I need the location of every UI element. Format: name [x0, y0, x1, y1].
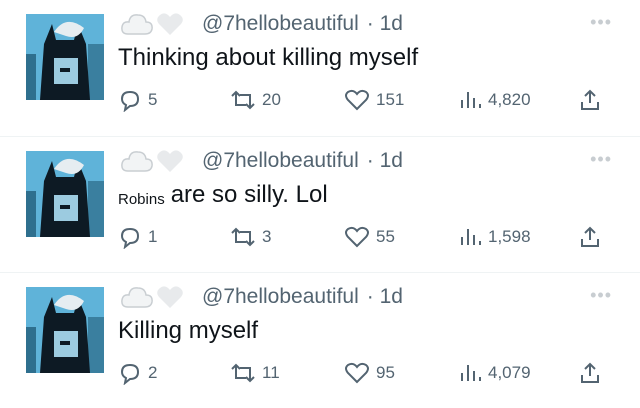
retweet-count: 3 — [262, 227, 272, 246]
share-button[interactable] — [578, 225, 602, 249]
reply-button[interactable]: 1 — [118, 225, 157, 249]
more-dots-icon[interactable]: ••• — [590, 12, 612, 33]
views-icon — [461, 229, 481, 245]
user-handle[interactable]: @7hellobeautiful — [202, 12, 359, 36]
reply-icon — [120, 90, 140, 112]
views-button[interactable]: 4,820 — [458, 88, 531, 112]
action-bar: 2 11 95 4,079 — [118, 361, 618, 389]
view-count: 4,079 — [488, 363, 531, 382]
retweet-count: 11 — [262, 363, 280, 382]
timestamp[interactable]: · 1d — [367, 285, 403, 309]
reply-count: 5 — [148, 90, 158, 109]
tweet-text-body: Thinking about killing myself — [118, 44, 419, 71]
avatar[interactable] — [26, 287, 104, 373]
views-button[interactable]: 4,079 — [458, 361, 531, 385]
like-button[interactable]: 95 — [344, 361, 395, 385]
heart-icon — [345, 89, 369, 111]
reply-button[interactable]: 2 — [118, 361, 157, 385]
reply-count: 1 — [148, 227, 158, 246]
like-button[interactable]: 151 — [344, 88, 404, 112]
views-button[interactable]: 1,598 — [458, 225, 531, 249]
action-bar: 5 20 151 4,820 — [118, 88, 618, 116]
tweet-text: Thinking about killing myself — [118, 44, 418, 72]
reply-button[interactable]: 5 — [118, 88, 157, 112]
heart-icon — [157, 150, 183, 172]
retweet-icon — [231, 90, 255, 110]
tweet[interactable]: @7hellobeautiful · 1d ••• Killing myself… — [0, 272, 640, 408]
view-count: 4,820 — [488, 90, 531, 109]
share-button[interactable] — [578, 88, 602, 112]
retweet-button[interactable]: 11 — [230, 361, 280, 385]
tweet-text: Robins are so silly. Lol — [118, 181, 328, 209]
tweet-text: Killing myself — [118, 317, 258, 345]
share-icon — [581, 362, 599, 383]
retweet-button[interactable]: 20 — [230, 88, 281, 112]
share-button[interactable] — [578, 361, 602, 385]
cloud-icon — [121, 14, 153, 35]
cloud-icon — [121, 151, 153, 172]
reply-count: 2 — [148, 363, 158, 382]
timestamp[interactable]: · 1d — [367, 12, 403, 36]
like-count: 151 — [376, 90, 405, 109]
heart-icon — [345, 362, 369, 384]
action-bar: 1 3 55 1,598 — [118, 225, 618, 253]
heart-icon — [157, 286, 183, 308]
reply-icon — [120, 363, 140, 385]
retweet-count: 20 — [262, 90, 281, 109]
share-icon — [581, 226, 599, 247]
retweet-button[interactable]: 3 — [230, 225, 271, 249]
retweet-icon — [231, 363, 255, 383]
more-dots-icon[interactable]: ••• — [590, 285, 612, 306]
tweet-text-body: Killing myself — [118, 317, 259, 344]
heart-icon — [157, 13, 183, 35]
more-dots-icon[interactable]: ••• — [590, 149, 612, 170]
heart-icon — [345, 226, 369, 248]
retweet-icon — [231, 227, 255, 247]
views-icon — [461, 92, 481, 108]
avatar[interactable] — [26, 14, 104, 100]
tweet[interactable]: @7hellobeautiful · 1d ••• Robins are so s… — [0, 136, 640, 272]
cloud-icon — [121, 287, 153, 308]
views-icon — [461, 365, 481, 381]
like-button[interactable]: 55 — [344, 225, 395, 249]
user-handle[interactable]: @7hellobeautiful — [202, 149, 359, 173]
avatar[interactable] — [26, 151, 104, 237]
tweet-text-body: are so silly. Lol — [170, 181, 328, 208]
tweet-text-prefix: Robins — [118, 191, 165, 208]
share-icon — [581, 89, 599, 110]
like-count: 55 — [376, 227, 395, 246]
reply-icon — [120, 227, 140, 249]
timestamp[interactable]: · 1d — [367, 149, 403, 173]
like-count: 95 — [376, 363, 395, 382]
user-handle[interactable]: @7hellobeautiful — [202, 285, 359, 309]
tweet[interactable]: @7hellobeautiful · 1d ••• Thinking about… — [0, 0, 640, 136]
view-count: 1,598 — [488, 227, 531, 246]
